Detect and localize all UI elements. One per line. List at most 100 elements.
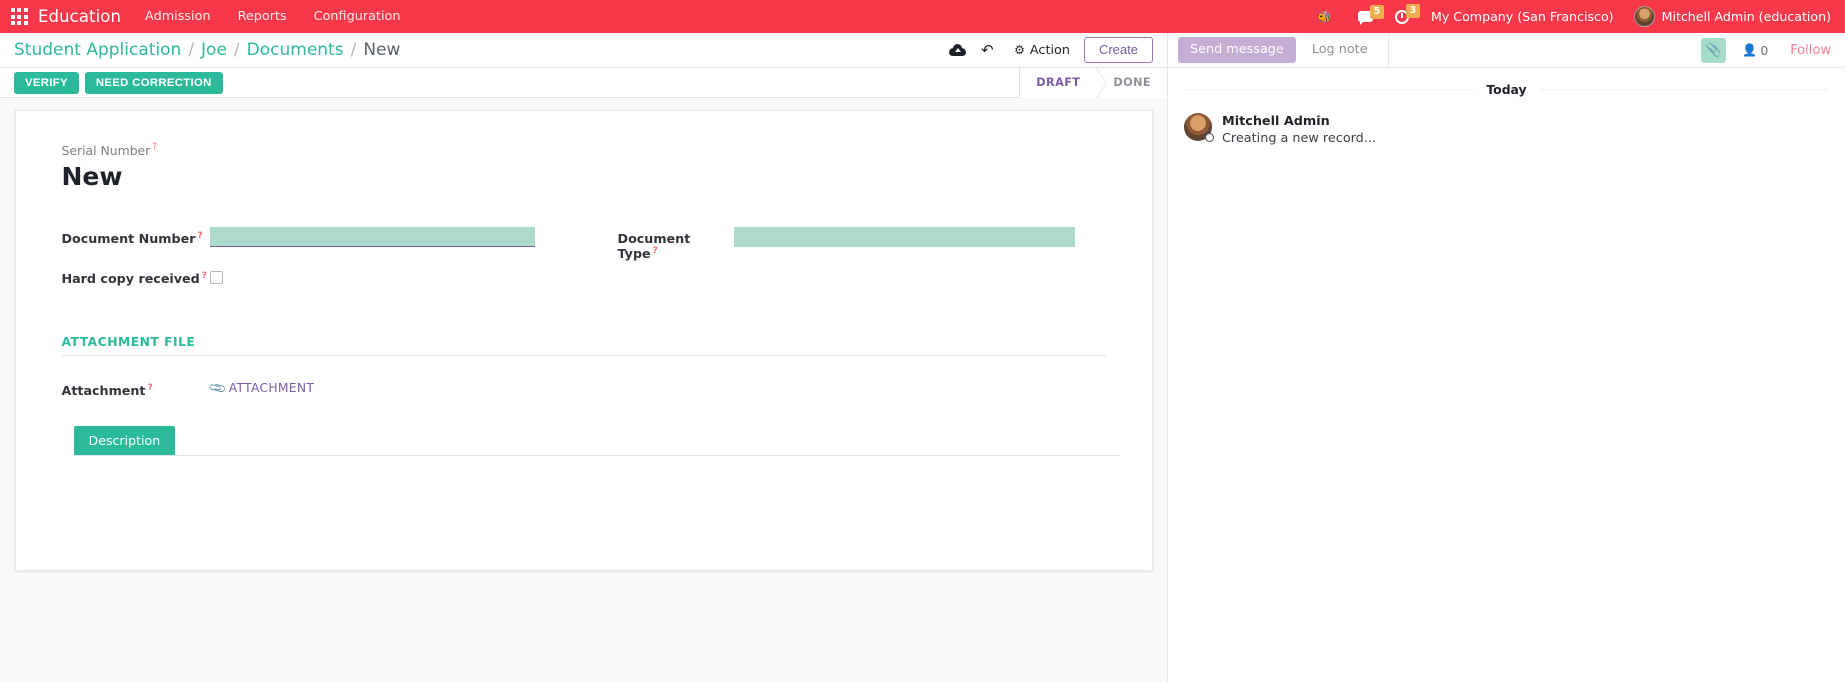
followers-count: 0 — [1760, 42, 1769, 58]
followers-button[interactable]: 👤 0 — [1742, 43, 1768, 58]
form-column-left: Document Number? Hard copy received? — [62, 227, 618, 286]
form-scroll-area: Serial Number? New Document Number? Hard… — [0, 98, 1167, 682]
day-separator-label: Today — [1486, 82, 1527, 97]
avatar — [1633, 6, 1655, 27]
document-number-label-wrap: Document Number? — [62, 227, 210, 246]
chatter-thread: Today Mitchell Admin Creating a new reco… — [1168, 68, 1845, 682]
app-root: Education Admission Reports Configuratio… — [0, 0, 1845, 682]
navbar-right: 🐝 5 3 My Company (San Francisco) Mitchel… — [1317, 3, 1831, 27]
menu-item-reports[interactable]: Reports — [238, 9, 287, 24]
chatter-attach-button[interactable]: 📎 — [1701, 37, 1727, 63]
field-document-type: Document Type? — [618, 227, 1120, 262]
record-title-block: Serial Number? New — [62, 140, 1120, 192]
document-number-label: Document Number — [61, 231, 196, 247]
breadcrumb-separator: / — [233, 40, 240, 60]
avatar — [1184, 113, 1214, 142]
follow-button[interactable]: Follow — [1790, 43, 1831, 58]
attachment-label: Attachment — [61, 382, 146, 398]
bug-icon: 🐝 — [1317, 9, 1332, 24]
hard-copy-received-label: Hard copy received — [61, 271, 200, 287]
form-fields-grid: Document Number? Hard copy received? Doc… — [62, 227, 1120, 286]
chatter-pane: Send message Log note 📎 👤 0 Follow Today — [1168, 32, 1845, 682]
breadcrumb-separator: / — [350, 40, 357, 60]
message-body: Mitchell Admin Creating a new record... — [1222, 113, 1376, 149]
undo-icon: ↷ — [980, 40, 994, 59]
notebook: Description — [48, 426, 1120, 562]
field-document-number: Document Number? — [62, 227, 618, 248]
field-hard-copy-received: Hard copy received? — [62, 267, 618, 286]
chatter-toolbar: Send message Log note 📎 👤 0 Follow — [1168, 32, 1845, 68]
attachment-upload-label: ATTACHMENT — [228, 381, 315, 396]
need-correction-button[interactable]: NEED CORRECTION — [84, 71, 223, 94]
hard-copy-received-label-wrap: Hard copy received? — [62, 267, 210, 286]
paperclip-icon: 📎 — [1705, 42, 1722, 58]
breadcrumb-item-documents[interactable]: Documents — [247, 40, 344, 60]
tooltip-icon[interactable]: ? — [202, 271, 207, 281]
brand-menu[interactable]: Education — [38, 7, 121, 26]
user-menu-label: Mitchell Admin (education) — [1661, 9, 1831, 24]
form-sheet: Serial Number? New Document Number? Hard… — [14, 110, 1153, 571]
notebook-page-description — [73, 456, 1120, 562]
attachment-upload-button[interactable]: 📎 ATTACHMENT — [207, 378, 315, 398]
stage-draft[interactable]: DRAFT — [1019, 67, 1108, 98]
apps-grid-icon[interactable] — [8, 6, 30, 28]
document-type-input[interactable] — [733, 227, 1075, 248]
messages-menu[interactable]: 5 — [1357, 5, 1384, 25]
activities-menu[interactable]: 3 — [1394, 3, 1420, 24]
tab-description[interactable]: Description — [73, 426, 176, 456]
field-attachment: Attachment? 📎 ATTACHMENT — [62, 378, 1120, 398]
statusbar: VERIFY NEED CORRECTION DRAFT DONE — [0, 67, 1167, 98]
cloud-upload-icon — [948, 44, 966, 56]
control-panel: Student Application / Joe / Documents / … — [0, 33, 1167, 68]
hard-copy-received-checkbox[interactable] — [209, 271, 223, 285]
chatter-toolbar-divider — [1387, 32, 1389, 68]
stage-draft-label: DRAFT — [1036, 76, 1081, 89]
serial-number-label: Serial Number — [61, 143, 151, 158]
document-number-input[interactable] — [209, 227, 535, 248]
day-separator-rule-right — [1538, 89, 1829, 90]
serial-number-label-row: Serial Number? — [62, 140, 1120, 159]
person-icon: 👤 — [1742, 43, 1758, 57]
top-navbar: Education Admission Reports Configuratio… — [0, 0, 1845, 33]
breadcrumb-separator: / — [188, 40, 195, 60]
messages-badge: 5 — [1369, 5, 1384, 19]
message-text: Creating a new record... — [1222, 131, 1377, 147]
day-separator-rule-left — [1184, 89, 1475, 90]
action-menu-label: Action — [1029, 42, 1070, 58]
verify-button[interactable]: VERIFY — [14, 71, 79, 94]
action-menu[interactable]: ⚙ Action — [1014, 43, 1070, 58]
breadcrumb-item-new: New — [363, 40, 401, 60]
breadcrumb-item-student-application[interactable]: Student Application — [14, 40, 181, 60]
message-author: Mitchell Admin — [1222, 114, 1330, 129]
breadcrumb: Student Application / Joe / Documents / … — [14, 40, 400, 60]
tooltip-icon[interactable]: ? — [653, 246, 658, 256]
attachment-label-wrap: Attachment? — [62, 379, 210, 398]
send-message-button[interactable]: Send message — [1178, 37, 1296, 63]
stage-done-label: DONE — [1113, 76, 1151, 89]
log-note-button[interactable]: Log note — [1300, 37, 1380, 62]
form-sheet-inner: Serial Number? New Document Number? Hard… — [16, 111, 1152, 562]
body-split: Student Application / Joe / Documents / … — [0, 32, 1845, 682]
tooltip-icon[interactable]: ? — [152, 142, 157, 152]
gear-icon: ⚙ — [1014, 43, 1025, 57]
menu-item-admission[interactable]: Admission — [145, 9, 211, 24]
discard-button[interactable]: ↷ — [972, 37, 1002, 63]
document-type-label-wrap: Document Type? — [618, 227, 734, 262]
notebook-tabs: Description — [73, 426, 1120, 457]
activities-badge: 3 — [1405, 3, 1420, 18]
status-dot-icon — [1205, 133, 1214, 142]
control-panel-actions: ↷ ⚙ Action Create — [942, 36, 1153, 64]
message-item: Mitchell Admin Creating a new record... — [1184, 113, 1829, 149]
save-button[interactable] — [942, 37, 972, 63]
status-pipeline: DRAFT DONE — [1019, 67, 1167, 98]
user-menu[interactable]: Mitchell Admin (education) — [1633, 6, 1831, 27]
debug-menu[interactable]: 🐝 — [1317, 11, 1332, 23]
breadcrumb-item-joe[interactable]: Joe — [201, 40, 227, 60]
page-title: New — [61, 162, 123, 191]
tooltip-icon[interactable]: ? — [148, 383, 153, 393]
menu-item-configuration[interactable]: Configuration — [314, 9, 401, 24]
tooltip-icon[interactable]: ? — [197, 231, 202, 241]
create-button[interactable]: Create — [1083, 36, 1153, 64]
company-switcher[interactable]: My Company (San Francisco) — [1431, 9, 1614, 24]
day-separator: Today — [1184, 82, 1829, 97]
